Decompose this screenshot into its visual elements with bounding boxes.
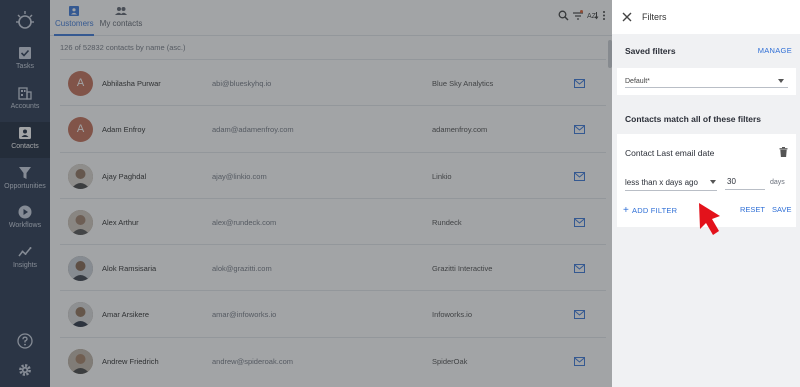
manage-button[interactable]: MANAGE xyxy=(758,46,792,55)
trash-icon[interactable] xyxy=(779,147,788,157)
saved-filter-value: Default* xyxy=(625,78,650,85)
operator-select[interactable]: less than x days ago xyxy=(625,178,698,187)
caret-down-icon[interactable] xyxy=(710,180,716,184)
plus-icon: + xyxy=(623,205,630,216)
select-underline xyxy=(625,87,788,88)
filters-panel: Filters Saved filters MANAGE Default* Co… xyxy=(612,0,800,387)
add-filter-button[interactable]: + ADD FILTER xyxy=(623,205,677,216)
caret-down-icon xyxy=(778,79,784,83)
filter-title: Contact Last email date xyxy=(625,148,715,158)
match-heading: Contacts match all of these filters xyxy=(625,114,762,124)
modal-backdrop[interactable] xyxy=(0,0,612,387)
save-button[interactable]: SAVE xyxy=(772,205,791,214)
filters-header: Filters xyxy=(612,0,800,34)
close-icon[interactable] xyxy=(622,12,632,22)
saved-filters-heading: Saved filters xyxy=(625,46,676,56)
add-filter-label: ADD FILTER xyxy=(632,206,678,215)
saved-filter-select[interactable]: Default* xyxy=(617,68,796,95)
days-unit: days xyxy=(770,179,785,186)
operator-underline xyxy=(625,190,717,191)
days-value-input[interactable] xyxy=(725,174,765,190)
filters-title: Filters xyxy=(642,12,667,22)
annotation-arrow-icon xyxy=(699,203,720,235)
reset-button[interactable]: RESET xyxy=(740,205,765,214)
